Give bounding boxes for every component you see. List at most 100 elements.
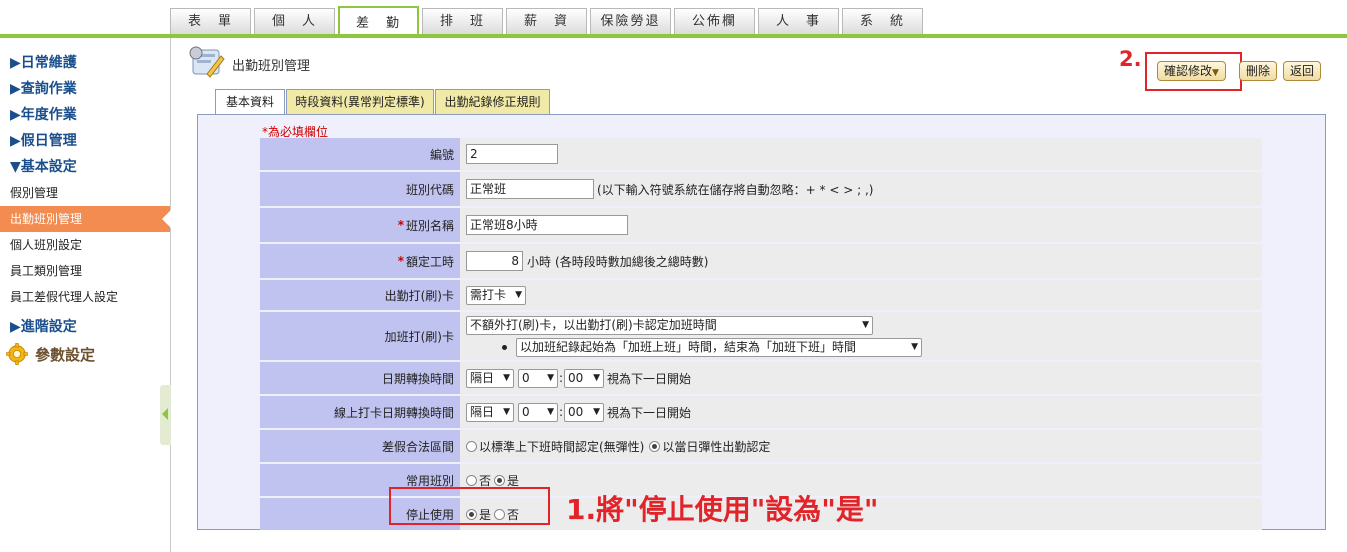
- tab-basic-info[interactable]: 基本資料: [215, 89, 285, 116]
- row-shift-name: * 班別名稱 正常班8小時: [260, 208, 1262, 242]
- callout-step2: 2.: [1119, 47, 1142, 71]
- sidebar-item-personal-shift[interactable]: 個人班別設定: [0, 232, 170, 258]
- online-minute-select[interactable]: 00 ▼: [564, 402, 605, 422]
- sidebar-item-shift-management[interactable]: 出勤班別管理: [0, 206, 171, 232]
- gear-icon: [6, 343, 28, 365]
- date-switch-minute-value: 00: [568, 370, 584, 385]
- online-day-value: 隔日: [470, 404, 495, 419]
- delete-button[interactable]: 刪除: [1239, 61, 1278, 81]
- online-date-switch-suffix: 視為下一日開始: [607, 405, 692, 420]
- shift-code-hint: (以下輸入符號系統在儲存將自動忽略：+ * < > ; ,): [597, 182, 874, 197]
- tab-personal[interactable]: 個 人: [254, 8, 335, 34]
- online-minute-value: 00: [568, 404, 584, 419]
- sidebar-group-basic[interactable]: ▼基本設定: [0, 154, 170, 180]
- top-divider: [0, 34, 1347, 38]
- hours-unit: 小時: [527, 254, 552, 269]
- common-shift-yes-radio[interactable]: [494, 474, 506, 486]
- label-leave-range: 差假合法區間: [260, 430, 460, 462]
- hours-input[interactable]: 8: [466, 251, 523, 271]
- sidebar-group-holiday[interactable]: ▶假日管理: [0, 128, 170, 154]
- required-star: *: [397, 254, 404, 268]
- callout-step1: 1.將"停止使用"設為"是": [566, 493, 879, 526]
- sidebar-item-leave-types[interactable]: 假別管理: [0, 180, 170, 206]
- date-switch-suffix: 視為下一日開始: [607, 371, 692, 386]
- tab-bulletin[interactable]: 公佈欄: [674, 8, 755, 34]
- tab-insurance[interactable]: 保險勞退: [590, 8, 671, 34]
- shift-form: 編號 2 班別代碼 正常班 (以下輸入符號系統在儲存將自動忽略：+ * < > …: [260, 138, 1262, 532]
- overtime-sub-select[interactable]: 以加班紀錄起始為「加班上班」時間，結束為「加班下班」時間 ▼: [516, 337, 922, 357]
- sidebar-group-daily[interactable]: ▶日常維護: [0, 50, 170, 76]
- leave-range-flexible-radio[interactable]: [649, 440, 661, 452]
- shift-code-input[interactable]: 正常班: [466, 179, 594, 199]
- tab-payroll[interactable]: 薪 資: [506, 8, 587, 34]
- bullet-icon: [502, 344, 507, 350]
- row-clock-in: 出勤打(刷)卡 需打卡 ▼: [260, 280, 1262, 310]
- date-switch-hour-value: 0: [522, 370, 530, 385]
- dropdown-arrow-icon: ▼: [862, 319, 869, 330]
- caret-down-icon: ▼: [1212, 68, 1219, 78]
- leave-range-standard-radio[interactable]: [466, 440, 477, 452]
- label-online-date-switch: 線上打卡日期轉換時間: [260, 396, 460, 428]
- online-hour-value: 0: [522, 404, 530, 419]
- confirm-button-label: 確認修改: [1164, 64, 1213, 78]
- date-switch-day-select[interactable]: 隔日 ▼: [466, 368, 514, 388]
- confirm-button[interactable]: 確認修改▼: [1157, 61, 1226, 81]
- tab-system[interactable]: 系 統: [842, 8, 923, 34]
- tab-forms[interactable]: 表 單: [170, 8, 251, 34]
- dropdown-arrow-icon: ▼: [503, 372, 510, 383]
- row-leave-range: 差假合法區間 以標準上下班時間認定(無彈性) 以當日彈性出勤認定: [260, 430, 1262, 462]
- colon-separator: :: [559, 371, 564, 385]
- sidebar-params[interactable]: 參數設定: [0, 340, 170, 368]
- required-star: *: [397, 218, 404, 232]
- top-tabs: 表 單 個 人 差 勤 排 班 薪 資 保險勞退 公佈欄 人 事 系 統: [170, 6, 926, 36]
- tab-attendance-rules[interactable]: 出勤紀錄修正規則: [435, 89, 550, 114]
- common-shift-no-label: 否: [479, 473, 492, 488]
- label-date-switch: 日期轉換時間: [260, 362, 460, 394]
- label-overtime: 加班打(刷)卡: [260, 312, 460, 360]
- colon-separator: :: [559, 405, 564, 419]
- date-switch-minute-select[interactable]: 00 ▼: [564, 368, 605, 388]
- tab-scheduling[interactable]: 排 班: [422, 8, 503, 34]
- dropdown-arrow-icon: ▼: [911, 341, 918, 352]
- label-clock-in: 出勤打(刷)卡: [260, 280, 460, 310]
- overtime-select[interactable]: 不額外打(刷)卡，以出勤打(刷)卡認定加班時間 ▼: [466, 315, 873, 335]
- sidebar: ▶日常維護 ▶查詢作業 ▶年度作業 ▶假日管理 ▼基本設定 假別管理 出勤班別管…: [0, 38, 171, 552]
- sidebar-params-label: 參數設定: [35, 345, 96, 364]
- row-hours: * 額定工時 8 小時 (各時段時數加總後之總時數): [260, 244, 1262, 278]
- sidebar-group-advanced[interactable]: ▶進階設定: [0, 314, 170, 340]
- sidebar-item-deputy[interactable]: 員工差假代理人設定: [0, 284, 170, 310]
- hours-hint: (各時段時數加總後之總時數): [555, 254, 709, 269]
- tab-hr[interactable]: 人 事: [758, 8, 839, 34]
- sidebar-item-employee-category[interactable]: 員工類別管理: [0, 258, 170, 284]
- tab-time-segments[interactable]: 時段資料(異常判定標準): [286, 89, 434, 114]
- common-shift-no-radio[interactable]: [466, 474, 477, 486]
- label-shift-code: 班別代碼: [260, 172, 460, 206]
- clock-in-value: 需打卡: [470, 287, 507, 302]
- online-day-select[interactable]: 隔日 ▼: [466, 402, 514, 422]
- sidebar-group-annual[interactable]: ▶年度作業: [0, 102, 170, 128]
- row-shift-code: 班別代碼 正常班 (以下輸入符號系統在儲存將自動忽略：+ * < > ; ,): [260, 172, 1262, 206]
- shift-name-input[interactable]: 正常班8小時: [466, 215, 628, 235]
- dropdown-arrow-icon: ▼: [547, 406, 554, 417]
- dropdown-arrow-icon: ▼: [593, 406, 601, 417]
- sidebar-collapse-handle[interactable]: [160, 385, 171, 445]
- label-code: 編號: [260, 138, 460, 170]
- settings-tools-icon: [189, 46, 225, 78]
- leave-range-flexible-label: 以當日彈性出勤認定: [662, 439, 771, 454]
- date-switch-hour-select[interactable]: 0 ▼: [518, 368, 558, 388]
- common-shift-yes-label: 是: [507, 473, 520, 488]
- dropdown-arrow-icon: ▼: [593, 372, 601, 383]
- tab-attendance[interactable]: 差 勤: [338, 6, 419, 36]
- clock-in-select[interactable]: 需打卡 ▼: [466, 285, 526, 305]
- row-overtime: 加班打(刷)卡 不額外打(刷)卡，以出勤打(刷)卡認定加班時間 ▼ 以加班紀錄起始…: [260, 312, 1262, 360]
- row-online-date-switch: 線上打卡日期轉換時間 隔日 ▼ 0 ▼ : 00 ▼ 視為下一日開始: [260, 396, 1262, 428]
- page-title: 出勤班別管理: [232, 59, 311, 74]
- label-shift-name: 班別名稱: [405, 218, 454, 233]
- dropdown-arrow-icon: ▼: [547, 372, 554, 383]
- back-button[interactable]: 返回: [1283, 61, 1322, 81]
- row-code: 編號 2: [260, 138, 1262, 170]
- dropdown-arrow-icon: ▼: [515, 289, 522, 300]
- online-hour-select[interactable]: 0 ▼: [518, 402, 558, 422]
- code-input[interactable]: 2: [466, 144, 558, 164]
- sidebar-group-query[interactable]: ▶查詢作業: [0, 76, 170, 102]
